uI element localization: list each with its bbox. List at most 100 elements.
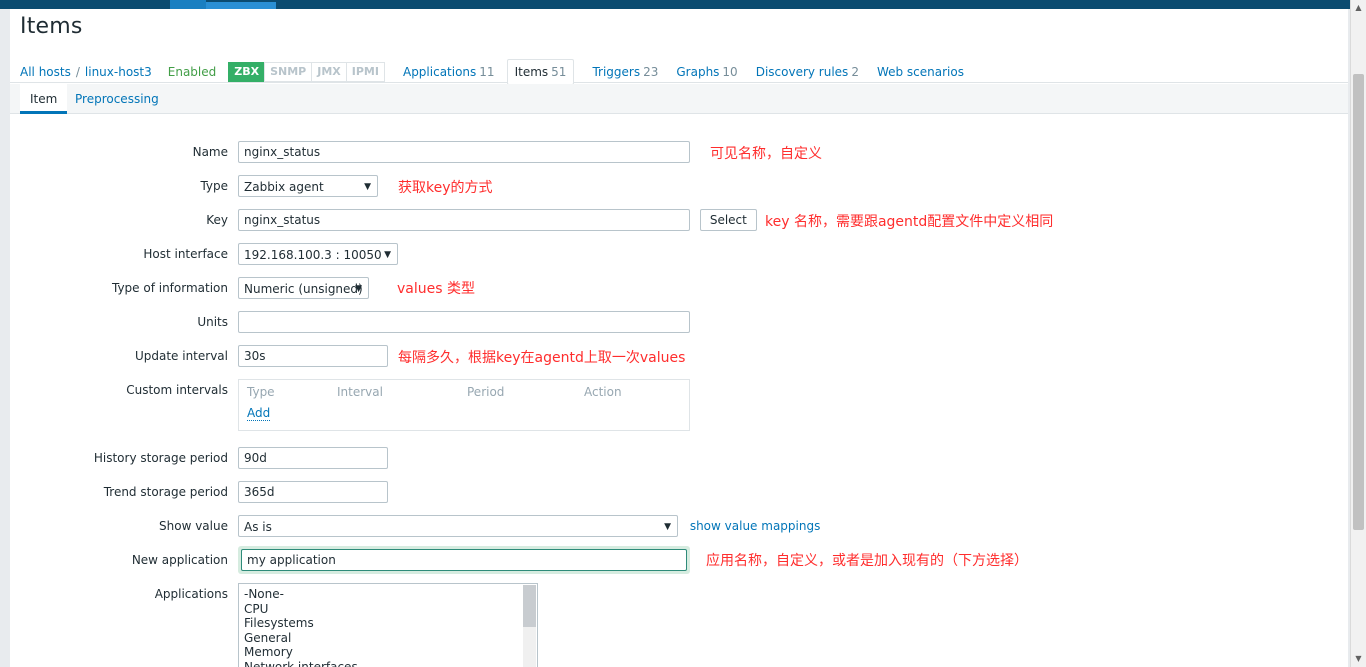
annotation-type-of-information: values 类型 — [397, 281, 475, 297]
page-scrollbar[interactable]: ▲ ▼ — [1350, 0, 1366, 667]
show-value-select-value: As is — [244, 520, 272, 534]
nav-triggers[interactable]: Triggers 23 — [592, 63, 658, 81]
interface-badge-snmp[interactable]: SNMP — [264, 62, 312, 82]
key-select-button[interactable]: Select — [699, 209, 757, 231]
nav-graphs-label: Graphs — [676, 65, 720, 79]
tab-preprocessing[interactable]: Preprocessing — [65, 84, 169, 114]
annotation-name: 可见名称，自定义 — [710, 146, 822, 162]
chevron-down-icon: ▼ — [355, 284, 362, 294]
list-item[interactable]: Memory — [239, 645, 537, 660]
host-interface-select[interactable]: 192.168.100.3 : 10050 ▼ — [238, 243, 398, 265]
field-host-interface: 192.168.100.3 : 10050 ▼ — [238, 243, 398, 265]
interface-badge-ipmi[interactable]: IPMI — [345, 62, 385, 82]
custom-intervals-col-type: Type — [247, 385, 275, 399]
custom-intervals-col-action: Action — [584, 385, 622, 399]
label-applications: Applications — [154, 587, 228, 601]
nav-graphs[interactable]: Graphs 10 — [676, 63, 737, 81]
scroll-up-arrow-icon[interactable]: ▲ — [1351, 0, 1366, 16]
chevron-down-icon: ▼ — [364, 182, 371, 192]
item-form: Name 可见名称，自定义 Type Zabbix agent ▼ 获取key的… — [10, 115, 1348, 667]
nav-discovery-rules-count: 2 — [851, 65, 859, 79]
nav-applications-count: 11 — [479, 65, 495, 79]
key-input[interactable] — [238, 209, 690, 231]
label-units: Units — [197, 315, 228, 329]
nav-applications-label: Applications — [402, 65, 477, 79]
custom-intervals-col-period: Period — [467, 385, 505, 399]
label-show-value: Show value — [159, 519, 228, 533]
breadcrumb: All hosts / linux-host3 Enabled ZBX SNMP… — [10, 56, 1348, 85]
page-container: Items All hosts / linux-host3 Enabled ZB… — [10, 9, 1348, 667]
annotation-type: 获取key的方式 — [398, 180, 493, 196]
nav-applications[interactable]: Applications 11 — [403, 63, 495, 81]
chevron-down-icon: ▼ — [384, 250, 391, 260]
field-trend-storage-period — [238, 481, 388, 503]
browser-tab-active[interactable] — [170, 0, 206, 9]
label-name: Name — [192, 145, 228, 159]
scroll-down-arrow-icon[interactable]: ▼ — [1351, 651, 1366, 667]
field-type-of-information: Numeric (unsigned) ▼ — [238, 277, 369, 299]
type-of-information-select-value: Numeric (unsigned) — [244, 282, 363, 296]
tab-item[interactable]: Item — [20, 84, 68, 114]
host-status-enabled[interactable]: Enabled — [168, 65, 217, 79]
applications-option-list: -None- CPU Filesystems General Memory Ne… — [239, 584, 537, 667]
type-select[interactable]: Zabbix agent ▼ — [238, 175, 378, 197]
field-key: Select — [238, 209, 757, 231]
list-item[interactable]: CPU — [239, 602, 537, 617]
breadcrumb-all-hosts[interactable]: All hosts — [20, 63, 71, 81]
new-application-focus-ring — [238, 546, 690, 574]
field-history-storage-period — [238, 447, 388, 469]
label-update-interval: Update interval — [134, 349, 228, 363]
label-trend-storage-period: Trend storage period — [103, 485, 228, 499]
nav-discovery-rules-label: Discovery rules — [755, 65, 849, 79]
field-units — [238, 311, 690, 333]
list-item[interactable]: Filesystems — [239, 616, 537, 631]
annotation-key: key 名称，需要跟agentd配置文件中定义相同 — [765, 214, 1054, 230]
custom-intervals-col-interval: Interval — [337, 385, 383, 399]
field-show-value: As is ▼ show value mappings — [238, 515, 820, 537]
page-title: Items — [20, 14, 83, 39]
show-value-select[interactable]: As is ▼ — [238, 515, 678, 537]
update-interval-input[interactable] — [238, 345, 388, 367]
interface-badge-jmx[interactable]: JMX — [311, 62, 346, 82]
new-application-input[interactable] — [241, 549, 687, 571]
nav-discovery-rules[interactable]: Discovery rules 2 — [756, 63, 859, 81]
annotation-new-application: 应用名称，自定义，或者是加入现有的（下方选择） — [706, 553, 1028, 569]
label-custom-intervals: Custom intervals — [126, 383, 228, 397]
page-scroll-thumb[interactable] — [1353, 74, 1364, 530]
applications-listbox-scroll-thumb[interactable] — [523, 585, 536, 627]
list-item[interactable]: -None- — [239, 587, 537, 602]
host-interface-select-value: 192.168.100.3 : 10050 — [244, 248, 382, 262]
nav-web-scenarios-label: Web scenarios — [876, 65, 964, 79]
units-input[interactable] — [238, 311, 690, 333]
breadcrumb-host[interactable]: linux-host3 — [85, 63, 152, 81]
label-new-application: New application — [131, 553, 228, 567]
custom-intervals-add-link[interactable]: Add — [247, 406, 271, 421]
field-update-interval — [238, 345, 388, 367]
applications-listbox-scrollbar[interactable] — [523, 585, 536, 667]
field-type: Zabbix agent ▼ — [238, 175, 378, 197]
interface-badge-zbx[interactable]: ZBX — [228, 62, 265, 82]
applications-listbox[interactable]: -None- CPU Filesystems General Memory Ne… — [238, 583, 538, 667]
label-type: Type — [200, 179, 228, 193]
trend-storage-period-input[interactable] — [238, 481, 388, 503]
field-name — [238, 141, 690, 163]
nav-items[interactable]: Items 51 — [506, 59, 575, 85]
nav-web-scenarios[interactable]: Web scenarios — [877, 63, 964, 81]
list-item[interactable]: Network interfaces — [239, 660, 537, 667]
name-input[interactable] — [238, 141, 690, 163]
nav-triggers-count: 23 — [643, 65, 659, 79]
label-host-interface: Host interface — [143, 247, 228, 261]
nav-items-count: 51 — [551, 65, 567, 79]
browser-tab-highlight[interactable] — [206, 2, 276, 9]
browser-top-bar — [0, 0, 1366, 9]
type-of-information-select[interactable]: Numeric (unsigned) ▼ — [238, 277, 369, 299]
breadcrumb-separator: / — [75, 65, 80, 79]
type-select-value: Zabbix agent — [244, 180, 324, 194]
list-item[interactable]: General — [239, 631, 537, 646]
nav-items-label: Items — [514, 65, 549, 79]
history-storage-period-input[interactable] — [238, 447, 388, 469]
nav-triggers-label: Triggers — [592, 65, 641, 79]
interface-badge-group: ZBX SNMP JMX IPMI — [228, 62, 385, 82]
label-type-of-information: Type of information — [111, 281, 228, 295]
show-value-mappings-link[interactable]: show value mappings — [690, 519, 821, 533]
